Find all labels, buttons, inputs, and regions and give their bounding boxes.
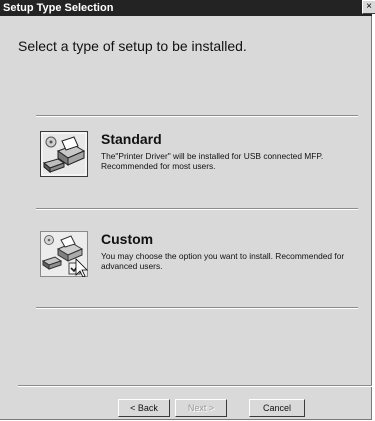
option-standard[interactable]: Standard The"Printer Driver" will be ins… xyxy=(40,131,358,193)
dialog-titlebar: Setup Type Selection xyxy=(0,0,372,16)
option-description: The"Printer Driver" will be installed fo… xyxy=(101,151,324,171)
divider-top xyxy=(36,115,358,117)
divider-middle xyxy=(36,208,358,210)
back-button[interactable]: < Back xyxy=(118,399,170,417)
option-description: You may choose the option you want to in… xyxy=(101,251,345,271)
option-title: Custom xyxy=(101,231,154,247)
setup-dialog: Setup Type Selection × Select a type of … xyxy=(0,0,375,420)
printer-custom-setup-icon[interactable] xyxy=(40,231,88,278)
option-custom[interactable]: Custom You may choose the option you wan… xyxy=(40,231,358,293)
option-title: Standard xyxy=(101,131,162,147)
close-button[interactable]: × xyxy=(362,0,375,14)
page-heading: Select a type of setup to be installed. xyxy=(18,38,247,54)
dialog-title: Setup Type Selection xyxy=(3,2,114,14)
cancel-button[interactable]: Cancel xyxy=(249,399,305,417)
next-button[interactable]: Next > xyxy=(175,399,227,417)
button-bar-divider xyxy=(18,385,372,387)
printer-setup-icon[interactable] xyxy=(40,131,88,177)
divider-bottom xyxy=(36,307,358,309)
